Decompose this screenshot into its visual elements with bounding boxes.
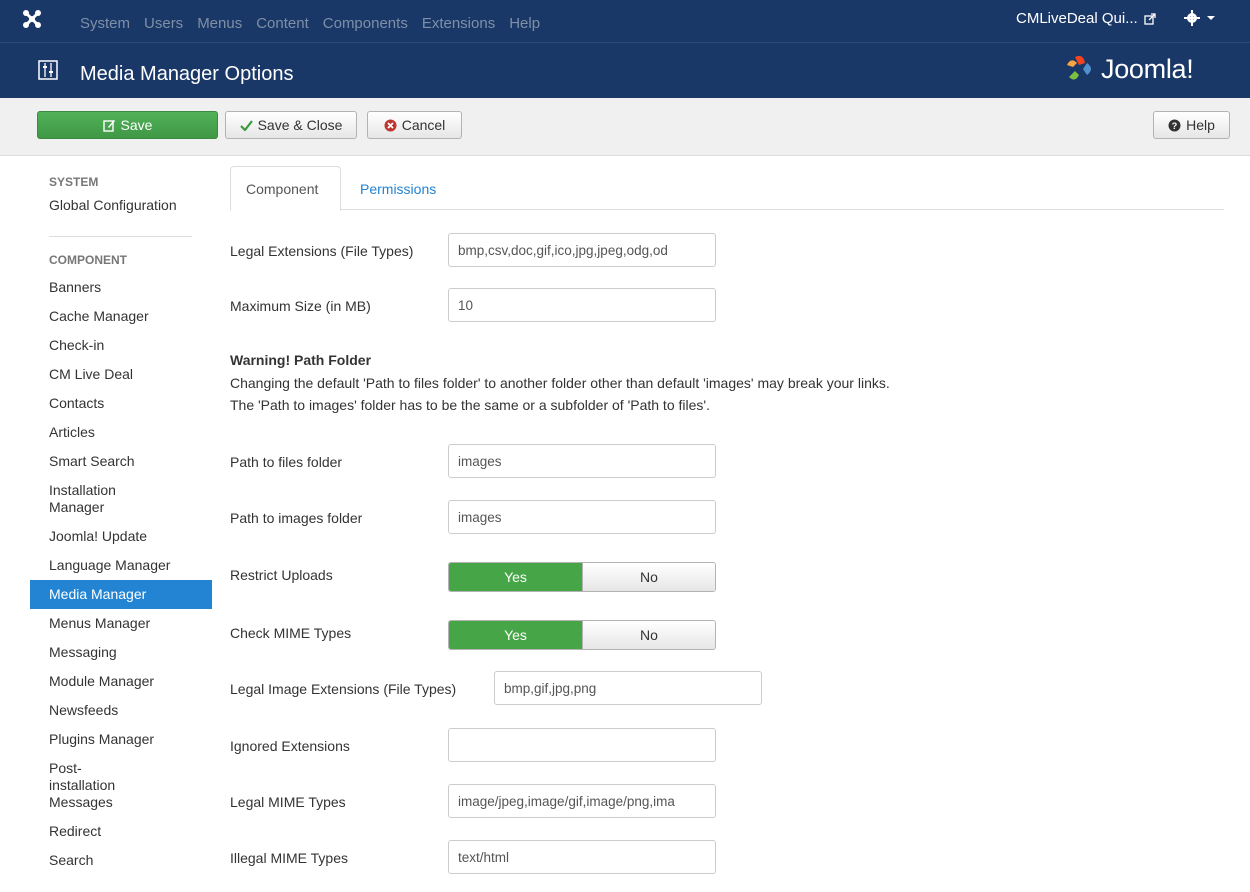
tab-permissions[interactable]: Permissions <box>345 166 451 211</box>
sidebar-item-plugins-manager[interactable]: Plugins Manager <box>30 725 212 754</box>
sidebar-item-media-manager[interactable]: Media Manager <box>30 580 212 609</box>
sidebar-item-search[interactable]: Search <box>30 846 212 875</box>
ignored-ext-input[interactable] <box>448 728 716 762</box>
sidebar-item-joomla-update[interactable]: Joomla! Update <box>30 522 212 551</box>
menu-extensions[interactable]: Extensions <box>422 10 495 32</box>
main-menu: System Users Menus Content Components Ex… <box>80 0 554 42</box>
sidebar-item-check-in[interactable]: Check-in <box>30 331 212 360</box>
sidebar-item-post-installation-messages[interactable]: Post-installation Messages <box>30 754 160 817</box>
images-path-label: Path to images folder <box>230 510 363 526</box>
illegal-mime-label: Illegal MIME Types <box>230 850 349 866</box>
svg-text:?: ? <box>1172 121 1178 131</box>
toolbar: Save Save & Close Cancel ? Help <box>0 98 1250 156</box>
options-tabs: Component Permissions <box>230 166 1224 211</box>
legal-image-ext-label: Legal Image Extensions (File Types) <box>230 681 457 697</box>
save-close-button[interactable]: Save & Close <box>225 111 357 139</box>
warning-title: Warning! Path Folder <box>230 352 372 368</box>
save-close-label: Save & Close <box>257 117 343 133</box>
cancel-button[interactable]: Cancel <box>367 111 462 139</box>
options-icon <box>38 60 58 80</box>
save-button[interactable]: Save <box>37 111 218 139</box>
chevron-down-icon <box>1207 16 1215 20</box>
sidebar-item-cm-live-deal[interactable]: CM Live Deal <box>30 360 212 389</box>
help-button[interactable]: ? Help <box>1153 111 1230 139</box>
check-mime-no[interactable]: No <box>582 621 715 649</box>
sidebar-item-cache-manager[interactable]: Cache Manager <box>30 302 212 331</box>
sidebar-item-language-manager[interactable]: Language Manager <box>30 551 212 580</box>
legal-mime-label: Legal MIME Types <box>230 794 346 810</box>
restrict-uploads-label: Restrict Uploads <box>230 567 333 583</box>
sidebar-item-articles[interactable]: Articles <box>30 418 212 447</box>
external-link-icon <box>1144 12 1156 25</box>
joomla-brand-icon <box>1067 55 1091 80</box>
save-label: Save <box>120 117 153 133</box>
sidebar-item-redirect[interactable]: Redirect <box>30 817 212 846</box>
settings-dropdown[interactable] <box>1184 10 1216 26</box>
check-mime-yes[interactable]: Yes <box>449 621 582 649</box>
menu-users[interactable]: Users <box>144 10 183 32</box>
images-path-input[interactable]: images <box>448 500 716 534</box>
ignored-ext-label: Ignored Extensions <box>230 738 350 754</box>
check-icon <box>239 119 253 131</box>
check-mime-toggle: Yes No <box>448 620 716 650</box>
sidebar-item-contacts[interactable]: Contacts <box>30 389 212 418</box>
sidebar-item-messaging[interactable]: Messaging <box>30 638 212 667</box>
legal-mime-input[interactable]: image/jpeg,image/gif,image/png,ima <box>448 784 716 818</box>
site-link[interactable]: CMLiveDeal Qui... <box>1016 10 1156 27</box>
check-mime-label: Check MIME Types <box>230 625 352 641</box>
restrict-uploads-yes[interactable]: Yes <box>449 563 582 591</box>
warning-text-2: The 'Path to images' folder has to be th… <box>230 397 710 413</box>
brand-name: Joomla! <box>1101 53 1194 84</box>
sidebar-heading-system: SYSTEM <box>49 175 99 189</box>
question-circle-icon: ? <box>1168 119 1181 131</box>
sidebar-item-global-configuration[interactable]: Global Configuration <box>30 189 212 220</box>
legal-image-ext-input[interactable]: bmp,gif,jpg,png <box>494 671 762 705</box>
files-path-input[interactable]: images <box>448 444 716 478</box>
restrict-uploads-no[interactable]: No <box>582 563 715 591</box>
tab-component[interactable]: Component <box>230 166 341 211</box>
sidebar-divider <box>49 236 192 237</box>
sidebar-item-smart-search[interactable]: Smart Search <box>30 447 212 476</box>
sidebar-item-module-manager[interactable]: Module Manager <box>30 667 212 696</box>
max-size-label: Maximum Size (in MB) <box>230 298 371 314</box>
sidebar: SYSTEM Global Configuration COMPONENT Ba… <box>30 165 212 875</box>
sidebar-item-menus-manager[interactable]: Menus Manager <box>30 609 212 638</box>
legal-extensions-input[interactable]: bmp,csv,doc,gif,ico,jpg,jpeg,odg,od <box>448 233 716 267</box>
top-navbar: System Users Menus Content Components Ex… <box>0 0 1250 42</box>
sidebar-item-banners[interactable]: Banners <box>30 273 212 302</box>
menu-menus[interactable]: Menus <box>197 10 242 32</box>
legal-extensions-label: Legal Extensions (File Types) <box>230 243 414 259</box>
illegal-mime-input[interactable]: text/html <box>448 840 716 874</box>
page-title: Media Manager Options <box>80 63 294 85</box>
page-header: Media Manager Options Joomla! <box>0 42 1250 98</box>
warning-text-1: Changing the default 'Path to files fold… <box>230 375 890 391</box>
help-label: Help <box>1186 117 1215 133</box>
joomla-brand: Joomla! <box>1063 53 1194 85</box>
max-size-input[interactable]: 10 <box>448 288 716 322</box>
menu-help[interactable]: Help <box>509 10 540 32</box>
cancel-icon <box>384 119 397 131</box>
sidebar-item-installation-manager[interactable]: Installation Manager <box>30 476 160 522</box>
restrict-uploads-toggle: Yes No <box>448 562 716 592</box>
joomla-logo-icon[interactable] <box>22 9 42 29</box>
cancel-label: Cancel <box>401 117 446 133</box>
edit-icon <box>102 119 115 132</box>
gear-icon <box>1184 10 1200 26</box>
menu-components[interactable]: Components <box>323 10 408 32</box>
sidebar-heading-component: COMPONENT <box>49 253 127 267</box>
files-path-label: Path to files folder <box>230 454 343 470</box>
menu-system[interactable]: System <box>80 10 130 32</box>
sidebar-item-newsfeeds[interactable]: Newsfeeds <box>30 696 212 725</box>
site-name: CMLiveDeal Qui... <box>1016 10 1138 27</box>
menu-content[interactable]: Content <box>256 10 309 32</box>
